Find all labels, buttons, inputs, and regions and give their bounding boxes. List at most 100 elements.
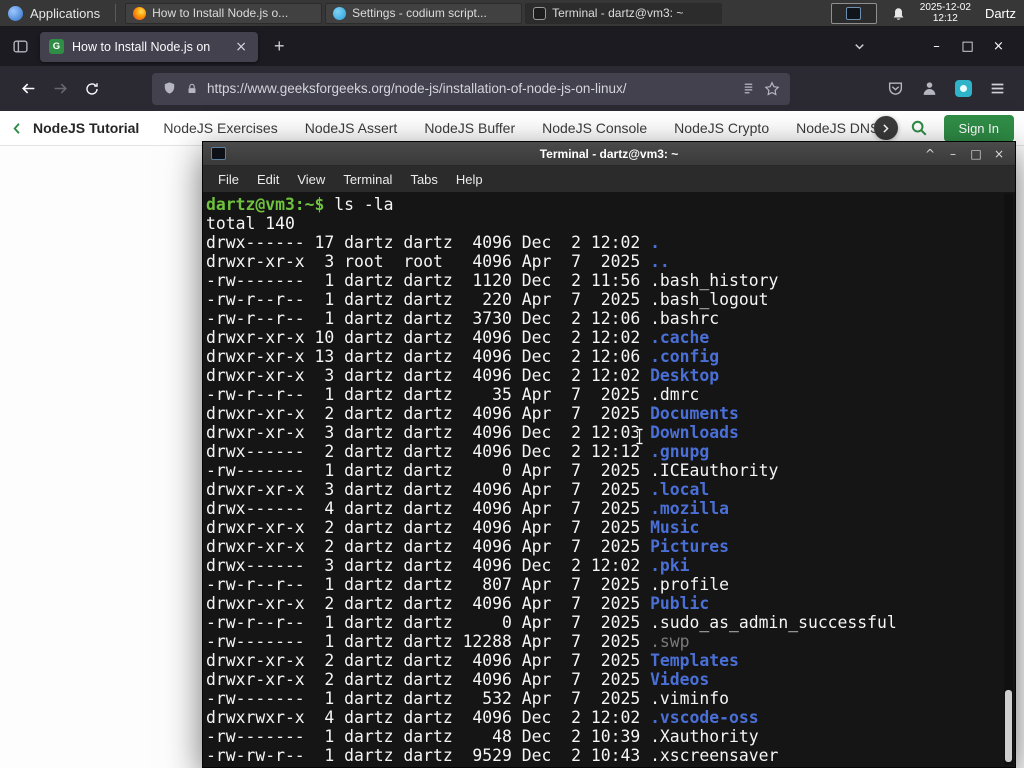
terminal-titlebar[interactable]: Terminal - dartz@vm3: ~ ^ – □ × (203, 142, 1015, 166)
nav-link[interactable]: NodeJS DNS (796, 120, 879, 136)
nav-link[interactable]: NodeJS Buffer (424, 120, 515, 136)
terminal-output[interactable]: dartz@vm3:~$ ls -la total 140 drwx------ 1… (203, 192, 1015, 767)
tracking-shield-icon[interactable] (162, 81, 177, 96)
terminal-listing-line: drwxr-xr-x 2 dartz dartz 4096 Apr 7 2025… (206, 537, 730, 556)
terminal-menu-tabs[interactable]: Tabs (401, 172, 446, 187)
chevron-right-icon (883, 123, 889, 133)
site-search-button[interactable] (910, 119, 928, 137)
taskbar-button-terminal[interactable]: Terminal - dartz@vm3: ~ (525, 2, 723, 24)
tab-close-button[interactable]: × (233, 39, 249, 55)
clock-time: 12:12 (932, 13, 958, 24)
terminal-shade-button[interactable]: ^ (920, 147, 940, 161)
pocket-icon[interactable] (887, 80, 904, 97)
terminal-listing-line: drwxr-xr-x 2 dartz dartz 4096 Apr 7 2025… (206, 594, 710, 613)
terminal-menubar: File Edit View Terminal Tabs Help (203, 166, 1015, 192)
nav-link[interactable]: NodeJS Console (542, 120, 647, 136)
terminal-menu-help[interactable]: Help (447, 172, 492, 187)
menu-hamburger-icon[interactable] (989, 80, 1006, 97)
terminal-listing-line: -rw------- 1 dartz dartz 1120 Dec 2 11:5… (206, 271, 779, 290)
terminal-window: Terminal - dartz@vm3: ~ ^ – □ × File Edit… (202, 141, 1016, 768)
taskbar-button-label: Terminal - dartz@vm3: ~ (552, 6, 684, 20)
panel-tray: 2025-12-02 12:12 Dartz (830, 2, 1024, 25)
terminal-listing-line: drwx------ 4 dartz dartz 4096 Apr 7 2025… (206, 499, 730, 518)
terminal-maximize-button[interactable]: □ (966, 147, 986, 161)
codium-icon (333, 6, 347, 20)
terminal-listing-line: drwxr-xr-x 3 dartz dartz 4096 Apr 7 2025… (206, 480, 710, 499)
terminal-listing-line: drwxr-xr-x 2 dartz dartz 4096 Apr 7 2025… (206, 404, 739, 423)
toolbar-buttons (887, 80, 1012, 97)
terminal-menu-edit[interactable]: Edit (248, 172, 288, 187)
nav-link-primary[interactable]: NodeJS Tutorial (33, 120, 139, 136)
applications-icon (8, 5, 23, 21)
terminal-listing-line: -rw-r--r-- 1 dartz dartz 220 Apr 7 2025 … (206, 290, 769, 309)
back-button[interactable] (12, 74, 44, 104)
terminal-total-line: total 140 (206, 214, 295, 233)
clock-date: 2025-12-02 (919, 1, 971, 13)
tray-terminal-button[interactable] (830, 2, 877, 24)
clock[interactable]: 2025-12-02 12:12 (920, 2, 971, 25)
firefox-view-button[interactable] (8, 35, 32, 59)
terminal-menu-view[interactable]: View (288, 172, 334, 187)
terminal-listing-line: -rw------- 1 dartz dartz 0 Apr 7 2025 .I… (206, 461, 779, 480)
account-icon[interactable] (921, 80, 938, 97)
url-bar[interactable]: https://www.geeksforgeeks.org/node-js/in… (152, 72, 790, 105)
navigation-toolbar: https://www.geeksforgeeks.org/node-js/in… (0, 66, 1024, 111)
terminal-close-button[interactable]: × (989, 147, 1009, 161)
notifications-bell-icon[interactable] (891, 6, 906, 21)
terminal-listing-line: drwxr-xr-x 2 dartz dartz 4096 Apr 7 2025… (206, 670, 710, 689)
taskbar-button-codium[interactable]: Settings - codium script... (325, 2, 523, 24)
extension-icon[interactable] (955, 80, 972, 97)
terminal-listing-line: drwxr-xr-x 2 dartz dartz 4096 Apr 7 2025… (206, 518, 700, 537)
terminal-listing-line: drwxrwxr-x 4 dartz dartz 4096 Dec 2 12:0… (206, 708, 759, 727)
terminal-listing-line: -rw-rw-r-- 1 dartz dartz 9529 Dec 2 10:4… (206, 746, 779, 765)
terminal-minimize-button[interactable]: – (943, 147, 963, 161)
terminal-tray-icon (846, 6, 862, 20)
panel-separator (115, 4, 117, 22)
terminal-listing-line: drwx------ 17 dartz dartz 4096 Dec 2 12:… (206, 233, 660, 252)
terminal-icon (533, 6, 547, 20)
terminal-scrollbar-thumb[interactable] (1005, 690, 1012, 762)
url-text[interactable]: https://www.geeksforgeeks.org/node-js/in… (207, 81, 733, 96)
terminal-menu-terminal[interactable]: Terminal (334, 172, 401, 187)
chevron-down-icon (855, 44, 864, 50)
terminal-window-controls: ^ – □ × (920, 147, 1015, 161)
browser-tab[interactable]: G How to Install Node.js on × (40, 31, 258, 62)
terminal-listing-line: drwxr-xr-x 3 dartz dartz 4096 Dec 2 12:0… (206, 423, 739, 442)
forward-arrow-icon (54, 83, 67, 94)
terminal-listing-line: -rw------- 1 dartz dartz 12288 Apr 7 202… (206, 632, 690, 651)
top-panel: Applications How to Install Node.js o...… (0, 0, 1024, 27)
firefox-icon (133, 6, 147, 20)
terminal-listing-line: drwxr-xr-x 3 dartz dartz 4096 Dec 2 12:0… (206, 366, 720, 385)
list-all-tabs-button[interactable] (852, 39, 867, 54)
reader-mode-icon[interactable] (741, 81, 756, 96)
minimize-button[interactable]: – (921, 39, 952, 54)
nav-link[interactable]: NodeJS Exercises (163, 120, 277, 136)
terminal-listing-line: -rw-r--r-- 1 dartz dartz 0 Apr 7 2025 .s… (206, 613, 897, 632)
taskbar-button-label: How to Install Node.js o... (152, 6, 289, 20)
nav-link[interactable]: NodeJS Assert (305, 120, 398, 136)
lock-icon[interactable] (185, 82, 199, 96)
maximize-button[interactable]: □ (952, 39, 983, 54)
terminal-listing-line: drwxr-xr-x 2 dartz dartz 4096 Apr 7 2025… (206, 651, 739, 670)
nav-scroll-right-button[interactable] (873, 116, 898, 140)
terminal-listing-line: -rw------- 1 dartz dartz 48 Dec 2 10:39 … (206, 727, 759, 746)
tab-title: How to Install Node.js on (72, 39, 211, 54)
reload-icon (86, 82, 98, 95)
mouse-cursor (636, 428, 643, 445)
applications-menu-button[interactable]: Applications (0, 0, 110, 26)
terminal-menu-file[interactable]: File (209, 172, 248, 187)
nav-link[interactable]: NodeJS Crypto (674, 120, 769, 136)
reload-button[interactable] (76, 74, 108, 104)
close-button[interactable]: × (983, 39, 1014, 54)
terminal-listing-line: drwxr-xr-x 10 dartz dartz 4096 Dec 2 12:… (206, 328, 710, 347)
sign-in-button[interactable]: Sign In (943, 114, 1014, 142)
taskbar-button-firefox[interactable]: How to Install Node.js o... (125, 2, 323, 24)
chevron-left-icon (13, 122, 20, 134)
nav-scroll-left-button[interactable] (10, 121, 25, 136)
forward-button[interactable] (44, 74, 76, 104)
bookmark-star-icon[interactable] (764, 80, 780, 97)
terminal-listing-line: drwxr-xr-x 3 root root 4096 Apr 7 2025 .… (206, 252, 670, 271)
new-tab-button[interactable]: + (266, 36, 293, 57)
terminal-scrollbar[interactable] (1004, 194, 1013, 765)
terminal-listing-line: drwx------ 2 dartz dartz 4096 Dec 2 12:1… (206, 442, 710, 461)
